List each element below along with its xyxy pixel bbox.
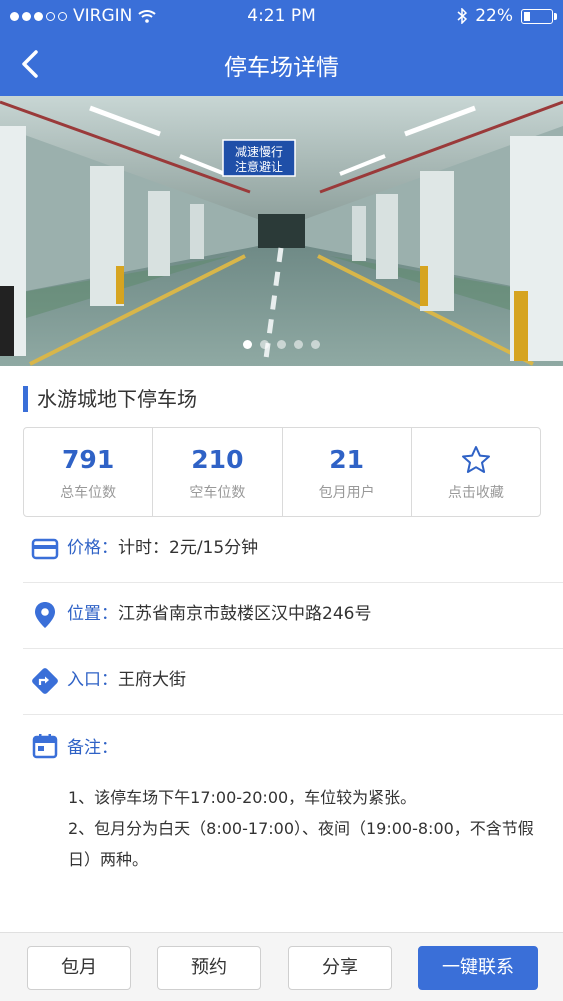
carousel-dot[interactable] <box>311 340 320 349</box>
notes-list: 1、该停车场下午17:00-20:00，车位较为紧张。 2、包月分为白天（8:0… <box>68 782 548 875</box>
notes-key: 备注： <box>67 738 118 758</box>
free-spaces-value: 210 <box>191 445 244 474</box>
price-text: 价格：计时：2元/15分钟 <box>67 536 258 560</box>
bottom-action-bar: 包月 预约 分享 一键联系 <box>0 932 563 1001</box>
favorite-label[interactable]: 点击收藏 <box>412 482 540 502</box>
nav-bar: 停车场详情 <box>0 32 563 96</box>
star-icon[interactable] <box>412 444 540 476</box>
location-row[interactable]: 位置：江苏省南京市鼓楼区汉中路246号 <box>23 582 563 649</box>
total-spaces-label: 总车位数 <box>60 485 117 501</box>
note-item: 1、该停车场下午17:00-20:00，车位较为紧张。 <box>68 788 417 807</box>
carousel-pager[interactable] <box>0 340 563 349</box>
carousel-dot[interactable] <box>260 340 269 349</box>
credit-card-icon <box>31 538 59 560</box>
stats-panel: 791 总车位数 210 空车位数 21 包月用户 点击收藏 <box>23 427 541 517</box>
notes-header: 备注： <box>23 730 563 762</box>
garage-sign-line2: 注意避让 <box>235 159 283 174</box>
battery-icon <box>521 8 557 24</box>
free-spaces-label: 空车位数 <box>189 485 246 501</box>
parking-garage-image: 减速慢行 注意避让 <box>0 96 563 366</box>
price-key: 价格： <box>67 538 118 558</box>
location-text: 位置：江苏省南京市鼓楼区汉中路246号 <box>67 602 371 626</box>
carousel-dot[interactable] <box>294 340 303 349</box>
parking-lot-name: 水游城地下停车场 <box>23 386 197 412</box>
garage-sign-line1: 减速慢行 <box>235 145 283 159</box>
carousel-dot[interactable] <box>243 340 252 349</box>
app-header: VIRGIN 4:21 PM 22% 停车场详情 <box>0 0 563 96</box>
stat-total-spaces: 791 总车位数 <box>24 428 154 516</box>
entrance-text: 入口：王府大街 <box>67 668 186 692</box>
favorite-button[interactable]: 点击收藏 <box>412 428 540 516</box>
bluetooth-icon <box>457 8 468 24</box>
share-button[interactable]: 分享 <box>288 946 392 990</box>
carousel-dot[interactable] <box>277 340 286 349</box>
note-item: 2、包月分为白天（8:00-17:00）、夜间（19:00-8:00，不含节假日… <box>68 819 534 869</box>
contact-button[interactable]: 一键联系 <box>418 946 538 990</box>
status-bar: VIRGIN 4:21 PM 22% <box>0 0 563 32</box>
location-pin-icon <box>35 602 55 628</box>
entrance-key: 入口： <box>67 670 118 690</box>
stat-free-spaces: 210 空车位数 <box>153 428 283 516</box>
location-value: 江苏省南京市鼓楼区汉中路246号 <box>118 604 372 624</box>
directions-icon <box>32 668 58 694</box>
battery-percent: 22% <box>475 6 513 26</box>
entrance-row[interactable]: 入口：王府大街 <box>23 648 563 715</box>
stat-monthly-users: 21 包月用户 <box>283 428 412 516</box>
monthly-users-label: 包月用户 <box>318 485 375 501</box>
page-title: 停车场详情 <box>224 55 339 81</box>
monthly-users-value: 21 <box>329 445 365 474</box>
total-spaces-value: 791 <box>62 445 115 474</box>
price-value: 计时：2元/15分钟 <box>118 538 259 558</box>
entrance-value: 王府大街 <box>118 670 186 690</box>
calendar-icon <box>32 734 58 759</box>
price-row: 价格：计时：2元/15分钟 <box>23 516 563 583</box>
monthly-button[interactable]: 包月 <box>27 946 131 990</box>
reserve-button[interactable]: 预约 <box>157 946 261 990</box>
battery-group: 22% <box>457 6 557 26</box>
parking-photo-carousel[interactable]: 减速慢行 注意避让 <box>0 96 563 366</box>
location-key: 位置： <box>67 604 118 624</box>
